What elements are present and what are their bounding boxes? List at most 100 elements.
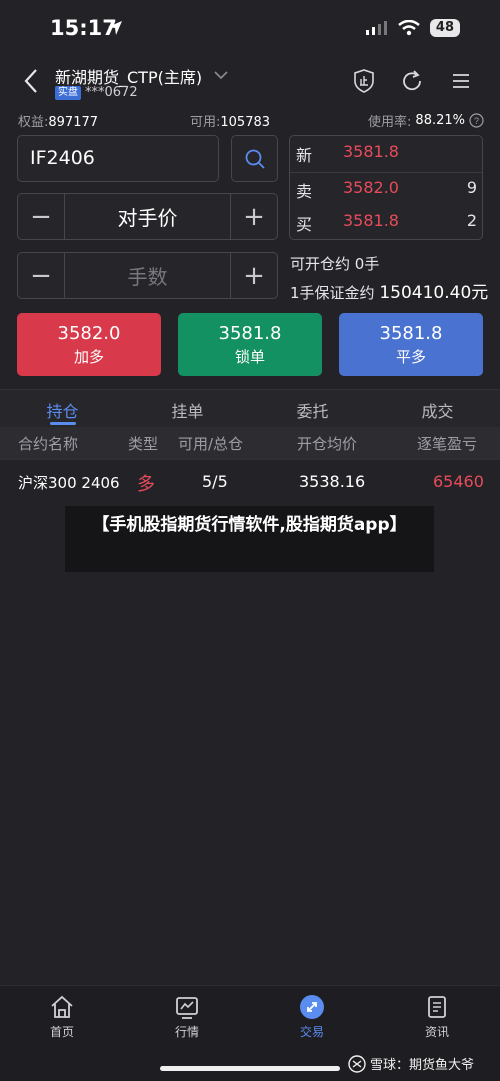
quote-price: 3581.8 xyxy=(343,211,399,230)
home-icon xyxy=(51,995,73,1018)
price-stepper: − 对手价 + xyxy=(17,193,278,240)
openable-label: 可开仓约 xyxy=(290,255,351,273)
quantity-input[interactable]: 手数 xyxy=(65,253,230,298)
quote-label: 买 xyxy=(296,215,313,234)
button-label: 锁单 xyxy=(234,348,265,366)
col-pnl: 逐笔盈亏 xyxy=(417,435,478,453)
tab-orders[interactable]: 委托 xyxy=(250,390,375,427)
nav-home[interactable]: 首页 xyxy=(32,994,92,1040)
nav-label: 交易 xyxy=(299,1025,324,1039)
openable-info: 可开仓约 0手 xyxy=(290,253,379,274)
tab-positions[interactable]: 持仓 xyxy=(0,390,125,427)
margin-info: 1手保证金约 150410.40元 xyxy=(290,278,488,303)
usage-info: 使用率: 88.21% ? xyxy=(368,111,484,130)
openable-value: 0手 xyxy=(354,255,380,273)
price-plus-button[interactable]: + xyxy=(230,194,277,239)
chart-icon xyxy=(176,997,198,1019)
table-header: 合约名称 类型 可用/总仓 开仓均价 逐笔盈亏 xyxy=(0,427,500,459)
article-caption: 【手机股指期货行情软件,股指期货app】 xyxy=(65,506,434,572)
back-icon[interactable] xyxy=(18,66,46,96)
quote-label: 新 xyxy=(296,146,313,165)
nav-market[interactable]: 行情 xyxy=(157,994,217,1040)
quantity-minus-button[interactable]: − xyxy=(18,253,65,298)
button-label: 平多 xyxy=(395,348,426,366)
nav-label: 行情 xyxy=(174,1025,199,1039)
quantity-stepper: − 手数 + xyxy=(17,252,278,299)
usage-value: 88.21% xyxy=(415,113,465,128)
battery-indicator: 48 xyxy=(429,19,460,37)
app-header: 新湖期货_CTP(主席) 实盘 ***0672 xyxy=(0,58,500,108)
refresh-icon[interactable] xyxy=(399,68,425,94)
price-mode-field[interactable]: 对手价 xyxy=(65,194,230,239)
row-type: 多 xyxy=(137,474,155,495)
quote-price: 3582.0 xyxy=(343,178,399,197)
watermark-text: 雪球：期货鱼大爷 xyxy=(370,1058,475,1073)
quote-price: 3581.8 xyxy=(343,142,399,161)
lock-button[interactable]: 3581.8 锁单 xyxy=(178,313,322,376)
quote-volume: 2 xyxy=(466,211,477,230)
live-tag: 实盘 xyxy=(55,85,81,100)
nav-news[interactable]: 资讯 xyxy=(407,994,467,1040)
col-avg-price: 开仓均价 xyxy=(297,435,358,453)
row-contract: 沪深300 2406 xyxy=(18,474,120,492)
margin-label: 1手保证金约 xyxy=(290,284,375,302)
table-row[interactable]: 沪深300 2406 多 5/5 3538.16 65460 xyxy=(0,459,500,505)
account-id: ***0672 xyxy=(85,85,138,100)
wifi-icon xyxy=(398,20,420,36)
quote-label: 卖 xyxy=(296,182,313,201)
col-contract: 合约名称 xyxy=(18,435,79,453)
chevron-down-icon[interactable] xyxy=(213,70,229,80)
quote-row-ask[interactable]: 卖 3582.0 9 xyxy=(290,178,484,208)
close-long-button[interactable]: 3581.8 平多 xyxy=(339,313,483,376)
button-price: 3581.8 xyxy=(379,323,443,344)
svg-text:?: ? xyxy=(474,116,479,126)
row-avg-price: 3538.16 xyxy=(299,472,366,491)
status-bar: 15:17 48 xyxy=(0,0,500,58)
usage-label: 使用率: xyxy=(368,115,412,130)
divider xyxy=(290,172,482,173)
row-pnl: 65460 xyxy=(433,472,484,491)
equity-value: 897177 xyxy=(48,115,99,130)
status-icons: 48 xyxy=(365,19,460,37)
signal-icon xyxy=(365,21,387,35)
watermark: 雪球：期货鱼大爷 xyxy=(348,1054,474,1073)
help-icon[interactable]: ? xyxy=(469,113,484,128)
col-type: 类型 xyxy=(128,435,159,453)
quantity-plus-button[interactable]: + xyxy=(230,253,277,298)
button-price: 3581.8 xyxy=(218,323,282,344)
quote-row-bid[interactable]: 买 3581.8 2 xyxy=(290,211,484,241)
news-icon xyxy=(428,996,446,1018)
nav-label: 首页 xyxy=(49,1025,74,1039)
price-minus-button[interactable]: − xyxy=(18,194,65,239)
search-button[interactable] xyxy=(231,135,278,182)
available-value: 105783 xyxy=(220,115,271,130)
search-icon xyxy=(245,149,265,169)
account-sub: 实盘 ***0672 xyxy=(55,85,138,100)
trade-icon xyxy=(300,995,324,1019)
row-avail-total: 5/5 xyxy=(202,472,228,491)
margin-value: 150410.40元 xyxy=(379,283,489,303)
stop-loss-icon[interactable] xyxy=(351,68,377,94)
button-price: 3582.0 xyxy=(57,323,121,344)
snowball-logo-icon xyxy=(348,1054,366,1073)
nav-label: 资讯 xyxy=(424,1025,449,1039)
tab-fills[interactable]: 成交 xyxy=(375,390,500,427)
quote-panel: 新 3581.8 卖 3582.0 9 买 3581.8 2 xyxy=(289,135,483,240)
nav-trade[interactable]: 交易 xyxy=(282,994,342,1040)
location-arrow-icon xyxy=(108,21,122,35)
available-info: 可用:105783 xyxy=(190,111,270,130)
button-label: 加多 xyxy=(73,348,104,366)
position-tabs: 持仓 挂单 委托 成交 xyxy=(0,389,500,427)
equity-label: 权益: xyxy=(18,115,49,130)
account-info-row: 权益:897177 可用:105783 使用率: 88.21% ? xyxy=(18,111,484,131)
quote-volume: 9 xyxy=(466,178,477,197)
menu-icon[interactable] xyxy=(448,68,474,94)
quote-row-last[interactable]: 新 3581.8 xyxy=(290,142,484,172)
tab-pending[interactable]: 挂单 xyxy=(125,390,250,427)
equity-info: 权益:897177 xyxy=(18,111,98,130)
home-indicator[interactable] xyxy=(160,1066,340,1071)
col-avail-total: 可用/总仓 xyxy=(178,435,244,453)
contract-input[interactable]: IF2406 xyxy=(17,135,219,182)
add-long-button[interactable]: 3582.0 加多 xyxy=(17,313,161,376)
available-label: 可用: xyxy=(190,115,221,130)
